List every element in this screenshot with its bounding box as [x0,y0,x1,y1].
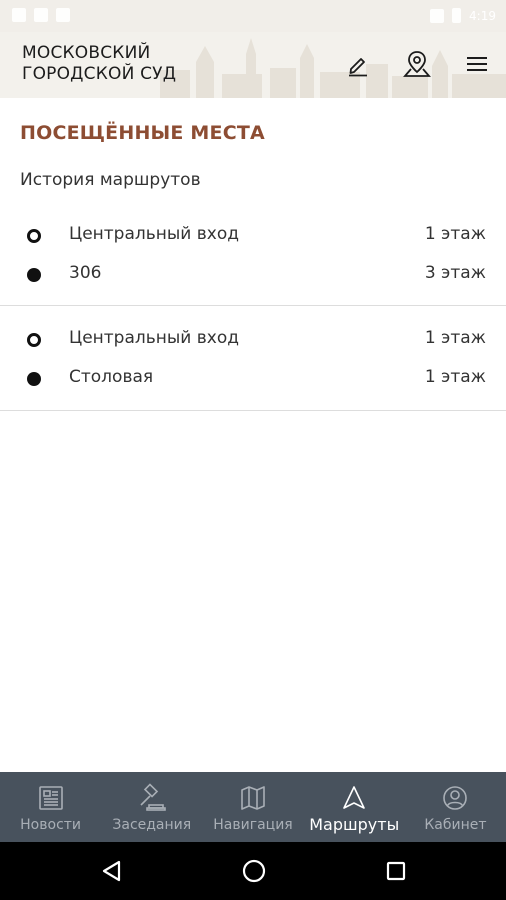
home-button[interactable] [239,856,269,886]
route-stop-end: Столовая 1 этаж [0,359,506,398]
page-subtitle: История маршрутов [20,170,201,190]
stop-floor: 1 этаж [424,367,486,387]
nav-label: Кабинет [424,817,487,833]
nav-item-navigation[interactable]: Навигация [202,772,303,842]
bottom-navigation: Новости Заседания Навигация Маршруты Каб… [0,772,506,842]
stop-floor: 3 этаж [424,263,486,283]
warning-icon [34,8,48,22]
stop-name: Центральный вход [69,224,239,244]
route-stop-end: 306 3 этаж [0,255,506,294]
brand-line-1: МОСКОВСКИЙ [22,43,151,63]
start-marker-icon [27,229,41,243]
stop-floor: 1 этаж [424,224,486,244]
back-icon [102,860,121,882]
user-circle-icon [440,783,470,813]
navigation-arrow-icon [339,783,369,813]
route-stop-start: Центральный вход 1 этаж [0,320,506,359]
status-time: 4:19 [469,8,496,23]
map-pin-icon [403,51,431,77]
stop-floor: 1 этаж [424,328,486,348]
back-button[interactable] [97,856,127,886]
status-bar-left [12,8,70,22]
play-icon [56,8,70,22]
route-history-item[interactable]: Центральный вход 1 этаж 306 3 этаж [0,216,506,306]
nav-label: Навигация [213,817,293,833]
nav-label: Заседания [112,817,192,833]
page-title: ПОСЕЩЁННЫЕ МЕСТА [20,122,265,144]
system-navigation-bar [0,842,506,900]
vibrate-icon [430,8,445,23]
court-logo: МОСКОВСКИЙ ГОРОДСКОЙ СУД [22,43,176,85]
menu-icon [467,57,487,71]
menu-button[interactable] [461,48,493,80]
nav-item-news[interactable]: Новости [0,772,101,842]
route-history-item[interactable]: Центральный вход 1 этаж Столовая 1 этаж [0,320,506,411]
nav-item-routes[interactable]: Маршруты [304,772,405,842]
app-header: МОСКОВСКИЙ ГОРОДСКОЙ СУД [0,32,506,98]
home-icon [242,859,266,883]
route-stop-start: Центральный вход 1 этаж [0,216,506,255]
nav-label: Новости [20,817,82,833]
edit-button[interactable] [342,48,374,80]
notification-icon [12,8,26,22]
edit-icon [349,58,367,77]
location-button[interactable] [401,48,433,80]
status-bar-right: 4:19 [430,8,496,23]
map-icon [238,783,268,813]
nav-item-cabinet[interactable]: Кабинет [405,772,506,842]
end-marker-icon [27,372,41,386]
newspaper-icon [36,783,66,813]
brand-line-2: ГОРОДСКОЙ СУД [22,64,177,84]
status-bar: 4:19 [0,0,506,32]
gavel-icon [137,783,167,813]
recents-icon [386,861,406,881]
recents-button[interactable] [381,856,411,886]
battery-icon [452,8,462,23]
nav-label: Маршруты [309,815,400,834]
stop-name: 306 [69,263,102,283]
end-marker-icon [27,268,41,282]
visited-places-content: ПОСЕЩЁННЫЕ МЕСТА История маршрутов Центр… [0,98,506,772]
stop-name: Центральный вход [69,328,239,348]
stop-name: Столовая [69,367,154,387]
nav-item-sessions[interactable]: Заседания [101,772,202,842]
start-marker-icon [27,333,41,347]
